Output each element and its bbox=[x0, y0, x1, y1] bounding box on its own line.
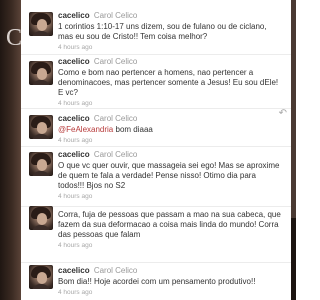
tweet-timestamp[interactable]: 4 hours ago bbox=[58, 136, 283, 145]
background-photo-left: C bbox=[0, 0, 23, 300]
tweet-timestamp[interactable]: 4 hours ago bbox=[58, 43, 283, 52]
username-link[interactable]: cacelico bbox=[58, 57, 90, 66]
tweet-text: O que vc quer ouvir, que massageia sei e… bbox=[58, 161, 280, 190]
tweet-timeline: cacelico Carol Celico 1 corintios 1:10-1… bbox=[21, 0, 291, 300]
avatar[interactable] bbox=[29, 206, 53, 230]
avatar-shoulder bbox=[32, 31, 50, 36]
tweet-timestamp[interactable]: 4 hours ago bbox=[58, 99, 283, 108]
tweet-header: cacelico Carol Celico bbox=[58, 114, 283, 124]
avatar-shoulder bbox=[32, 80, 50, 85]
tweet-item: cacelico Carol Celico 1 corintios 1:10-1… bbox=[21, 0, 291, 55]
avatar-shoulder bbox=[32, 134, 50, 139]
avatar-face bbox=[37, 19, 47, 31]
tweet-text: Corra, fuja de pessoas que passam a mao … bbox=[58, 210, 281, 239]
background-photo-right bbox=[291, 0, 296, 300]
tweet-item: cacelico Carol Celico Como e bom nao per… bbox=[21, 54, 291, 109]
avatar[interactable] bbox=[29, 265, 53, 289]
tweet-item: cacelico Carol Celico @FeAlexandria bom … bbox=[21, 108, 291, 147]
avatar[interactable] bbox=[29, 115, 53, 139]
tweet-text: Bom dia!! Hoje acordei com um pensamento… bbox=[58, 277, 256, 286]
avatar[interactable] bbox=[29, 12, 53, 36]
tweet-text-rest: bom diaaa bbox=[113, 125, 153, 134]
tweet-header: cacelico Carol Celico bbox=[58, 57, 283, 67]
tweet-header: cacelico Carol Celico bbox=[58, 11, 283, 21]
fullname: Carol Celico bbox=[93, 11, 138, 20]
avatar-shoulder bbox=[32, 171, 50, 176]
username-link[interactable]: cacelico bbox=[58, 266, 90, 275]
tweet-content: cacelico Carol Celico 1 corintios 1:10-1… bbox=[58, 11, 283, 52]
tweet-text: 1 corintios 1:10-17 uns dizem, sou de fu… bbox=[58, 22, 267, 41]
avatar-shoulder bbox=[32, 225, 50, 230]
avatar[interactable] bbox=[29, 152, 53, 176]
tweet-item: cacelico Carol Celico Bom dia!! Hoje aco… bbox=[21, 262, 291, 300]
avatar-face bbox=[37, 213, 47, 225]
username-link[interactable]: cacelico bbox=[58, 150, 90, 159]
screenshot-stage: C cacelico Carol Celico 1 corintios 1:10… bbox=[0, 0, 296, 300]
tweet-timestamp[interactable]: 4 hours ago bbox=[58, 288, 283, 297]
username-link[interactable]: cacelico bbox=[58, 11, 90, 20]
tweet-timestamp[interactable]: 4 hours ago bbox=[58, 241, 283, 250]
tweet-text: Como e bom nao pertencer a homens, nao p… bbox=[58, 68, 279, 97]
tweet-content: Corra, fuja de pessoas que passam a mao … bbox=[58, 206, 283, 250]
avatar-shoulder bbox=[32, 284, 50, 289]
avatar-face bbox=[37, 68, 47, 80]
fullname: Carol Celico bbox=[93, 150, 138, 159]
username-link[interactable]: cacelico bbox=[58, 114, 90, 123]
reply-icon[interactable]: ↶ bbox=[279, 109, 287, 119]
avatar[interactable] bbox=[29, 61, 53, 85]
tweet-content: cacelico Carol Celico Bom dia!! Hoje aco… bbox=[58, 266, 283, 297]
tweet-content: cacelico Carol Celico O que vc quer ouvi… bbox=[58, 150, 283, 201]
fullname: Carol Celico bbox=[93, 114, 138, 123]
tweet-content: cacelico Carol Celico Como e bom nao per… bbox=[58, 57, 283, 108]
tweet-timestamp[interactable]: 4 hours ago bbox=[58, 192, 283, 201]
avatar-face bbox=[37, 122, 47, 134]
tweet-content: cacelico Carol Celico @FeAlexandria bom … bbox=[58, 114, 283, 145]
tweet-item: Corra, fuja de pessoas que passam a mao … bbox=[21, 206, 291, 263]
background-letter: C bbox=[6, 25, 23, 51]
fullname: Carol Celico bbox=[93, 57, 138, 66]
tweet-text: @FeAlexandria bom diaaa bbox=[58, 125, 283, 135]
tweet-header: cacelico Carol Celico bbox=[58, 266, 283, 276]
fullname: Carol Celico bbox=[93, 266, 138, 275]
avatar-face bbox=[37, 159, 47, 171]
tweet-header: cacelico Carol Celico bbox=[58, 150, 283, 160]
background-shadow bbox=[291, 218, 296, 300]
mention-link[interactable]: @FeAlexandria bbox=[58, 125, 113, 134]
avatar-face bbox=[37, 272, 47, 284]
tweet-item: cacelico Carol Celico O que vc quer ouvi… bbox=[21, 146, 291, 207]
